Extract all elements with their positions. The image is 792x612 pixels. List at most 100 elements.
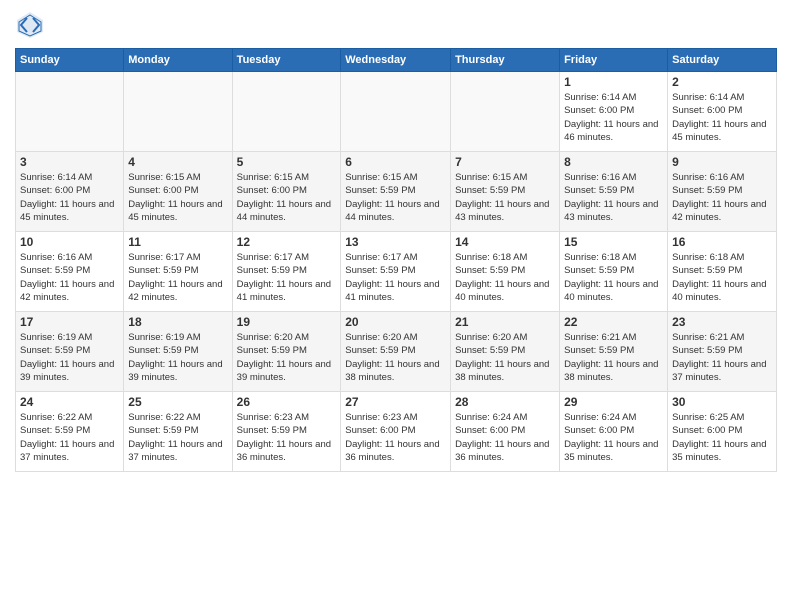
day-number: 16 [672, 235, 772, 249]
calendar-week-2: 3 Sunrise: 6:14 AMSunset: 6:00 PMDaylight… [16, 152, 777, 232]
weekday-header-friday: Friday [560, 49, 668, 72]
day-number: 8 [564, 155, 663, 169]
calendar-table: SundayMondayTuesdayWednesdayThursdayFrid… [15, 48, 777, 472]
calendar-body: 1 Sunrise: 6:14 AMSunset: 6:00 PMDaylight… [16, 72, 777, 472]
calendar-cell: 10 Sunrise: 6:16 AMSunset: 5:59 PMDayligh… [16, 232, 124, 312]
day-number: 21 [455, 315, 555, 329]
day-info: Sunrise: 6:20 AMSunset: 5:59 PMDaylight:… [345, 331, 446, 384]
day-number: 5 [237, 155, 337, 169]
page-container: SundayMondayTuesdayWednesdayThursdayFrid… [0, 0, 792, 482]
calendar-cell: 8 Sunrise: 6:16 AMSunset: 5:59 PMDaylight… [560, 152, 668, 232]
weekday-header-thursday: Thursday [451, 49, 560, 72]
day-info: Sunrise: 6:18 AMSunset: 5:59 PMDaylight:… [455, 251, 555, 304]
day-number: 13 [345, 235, 446, 249]
header [15, 10, 777, 40]
calendar-cell: 16 Sunrise: 6:18 AMSunset: 5:59 PMDayligh… [668, 232, 777, 312]
weekday-header-tuesday: Tuesday [232, 49, 341, 72]
calendar-cell: 15 Sunrise: 6:18 AMSunset: 5:59 PMDayligh… [560, 232, 668, 312]
logo-icon [15, 10, 45, 40]
calendar-cell: 22 Sunrise: 6:21 AMSunset: 5:59 PMDayligh… [560, 312, 668, 392]
calendar-cell [341, 72, 451, 152]
day-info: Sunrise: 6:17 AMSunset: 5:59 PMDaylight:… [237, 251, 337, 304]
day-number: 12 [237, 235, 337, 249]
calendar-cell: 1 Sunrise: 6:14 AMSunset: 6:00 PMDaylight… [560, 72, 668, 152]
day-info: Sunrise: 6:20 AMSunset: 5:59 PMDaylight:… [455, 331, 555, 384]
day-info: Sunrise: 6:16 AMSunset: 5:59 PMDaylight:… [20, 251, 119, 304]
day-info: Sunrise: 6:14 AMSunset: 6:00 PMDaylight:… [564, 91, 663, 144]
day-number: 25 [128, 395, 227, 409]
day-info: Sunrise: 6:15 AMSunset: 5:59 PMDaylight:… [455, 171, 555, 224]
day-info: Sunrise: 6:25 AMSunset: 6:00 PMDaylight:… [672, 411, 772, 464]
day-number: 14 [455, 235, 555, 249]
calendar-week-4: 17 Sunrise: 6:19 AMSunset: 5:59 PMDayligh… [16, 312, 777, 392]
day-info: Sunrise: 6:21 AMSunset: 5:59 PMDaylight:… [564, 331, 663, 384]
day-number: 9 [672, 155, 772, 169]
day-number: 10 [20, 235, 119, 249]
day-info: Sunrise: 6:23 AMSunset: 6:00 PMDaylight:… [345, 411, 446, 464]
calendar-week-1: 1 Sunrise: 6:14 AMSunset: 6:00 PMDaylight… [16, 72, 777, 152]
day-info: Sunrise: 6:14 AMSunset: 6:00 PMDaylight:… [20, 171, 119, 224]
day-info: Sunrise: 6:18 AMSunset: 5:59 PMDaylight:… [564, 251, 663, 304]
day-info: Sunrise: 6:22 AMSunset: 5:59 PMDaylight:… [20, 411, 119, 464]
calendar-cell: 20 Sunrise: 6:20 AMSunset: 5:59 PMDayligh… [341, 312, 451, 392]
calendar-cell: 11 Sunrise: 6:17 AMSunset: 5:59 PMDayligh… [124, 232, 232, 312]
day-number: 15 [564, 235, 663, 249]
calendar-cell: 3 Sunrise: 6:14 AMSunset: 6:00 PMDaylight… [16, 152, 124, 232]
calendar-cell: 28 Sunrise: 6:24 AMSunset: 6:00 PMDayligh… [451, 392, 560, 472]
calendar-cell: 24Sunrise: 6:22 AMSunset: 5:59 PMDayligh… [16, 392, 124, 472]
calendar-cell: 17 Sunrise: 6:19 AMSunset: 5:59 PMDayligh… [16, 312, 124, 392]
calendar-cell: 26 Sunrise: 6:23 AMSunset: 5:59 PMDayligh… [232, 392, 341, 472]
day-info: Sunrise: 6:24 AMSunset: 6:00 PMDaylight:… [455, 411, 555, 464]
day-number: 2 [672, 75, 772, 89]
day-number: 20 [345, 315, 446, 329]
day-number: 11 [128, 235, 227, 249]
calendar-cell: 21 Sunrise: 6:20 AMSunset: 5:59 PMDayligh… [451, 312, 560, 392]
calendar-cell: 13 Sunrise: 6:17 AMSunset: 5:59 PMDayligh… [341, 232, 451, 312]
calendar-cell: 14 Sunrise: 6:18 AMSunset: 5:59 PMDayligh… [451, 232, 560, 312]
calendar-cell [451, 72, 560, 152]
day-info: Sunrise: 6:17 AMSunset: 5:59 PMDaylight:… [128, 251, 227, 304]
day-info: Sunrise: 6:17 AMSunset: 5:59 PMDaylight:… [345, 251, 446, 304]
logo [15, 10, 49, 40]
day-info: Sunrise: 6:24 AMSunset: 6:00 PMDaylight:… [564, 411, 663, 464]
day-info: Sunrise: 6:19 AMSunset: 5:59 PMDaylight:… [20, 331, 119, 384]
day-info: Sunrise: 6:15 AMSunset: 6:00 PMDaylight:… [128, 171, 227, 224]
calendar-cell: 19 Sunrise: 6:20 AMSunset: 5:59 PMDayligh… [232, 312, 341, 392]
day-number: 19 [237, 315, 337, 329]
day-info: Sunrise: 6:18 AMSunset: 5:59 PMDaylight:… [672, 251, 772, 304]
calendar-header: SundayMondayTuesdayWednesdayThursdayFrid… [16, 49, 777, 72]
calendar-cell [16, 72, 124, 152]
day-number: 4 [128, 155, 227, 169]
weekday-header-sunday: Sunday [16, 49, 124, 72]
day-number: 28 [455, 395, 555, 409]
calendar-cell: 9 Sunrise: 6:16 AMSunset: 5:59 PMDaylight… [668, 152, 777, 232]
calendar-week-5: 24Sunrise: 6:22 AMSunset: 5:59 PMDayligh… [16, 392, 777, 472]
weekday-header-row: SundayMondayTuesdayWednesdayThursdayFrid… [16, 49, 777, 72]
day-info: Sunrise: 6:20 AMSunset: 5:59 PMDaylight:… [237, 331, 337, 384]
day-info: Sunrise: 6:16 AMSunset: 5:59 PMDaylight:… [564, 171, 663, 224]
calendar-cell: 18Sunrise: 6:19 AMSunset: 5:59 PMDayligh… [124, 312, 232, 392]
weekday-header-saturday: Saturday [668, 49, 777, 72]
day-number: 3 [20, 155, 119, 169]
calendar-week-3: 10 Sunrise: 6:16 AMSunset: 5:59 PMDayligh… [16, 232, 777, 312]
weekday-header-monday: Monday [124, 49, 232, 72]
day-number: 26 [237, 395, 337, 409]
day-info: Sunrise: 6:22 AMSunset: 5:59 PMDaylight:… [128, 411, 227, 464]
calendar-cell: 27Sunrise: 6:23 AMSunset: 6:00 PMDayligh… [341, 392, 451, 472]
calendar-cell: 2Sunrise: 6:14 AMSunset: 6:00 PMDaylight… [668, 72, 777, 152]
calendar-cell [232, 72, 341, 152]
day-info: Sunrise: 6:16 AMSunset: 5:59 PMDaylight:… [672, 171, 772, 224]
day-info: Sunrise: 6:21 AMSunset: 5:59 PMDaylight:… [672, 331, 772, 384]
day-number: 17 [20, 315, 119, 329]
day-number: 1 [564, 75, 663, 89]
day-number: 23 [672, 315, 772, 329]
calendar-cell [124, 72, 232, 152]
calendar-cell: 12 Sunrise: 6:17 AMSunset: 5:59 PMDayligh… [232, 232, 341, 312]
day-number: 22 [564, 315, 663, 329]
calendar-cell: 5Sunrise: 6:15 AMSunset: 6:00 PMDaylight… [232, 152, 341, 232]
day-info: Sunrise: 6:15 AMSunset: 5:59 PMDaylight:… [345, 171, 446, 224]
day-number: 30 [672, 395, 772, 409]
calendar-cell: 25 Sunrise: 6:22 AMSunset: 5:59 PMDayligh… [124, 392, 232, 472]
day-info: Sunrise: 6:23 AMSunset: 5:59 PMDaylight:… [237, 411, 337, 464]
weekday-header-wednesday: Wednesday [341, 49, 451, 72]
